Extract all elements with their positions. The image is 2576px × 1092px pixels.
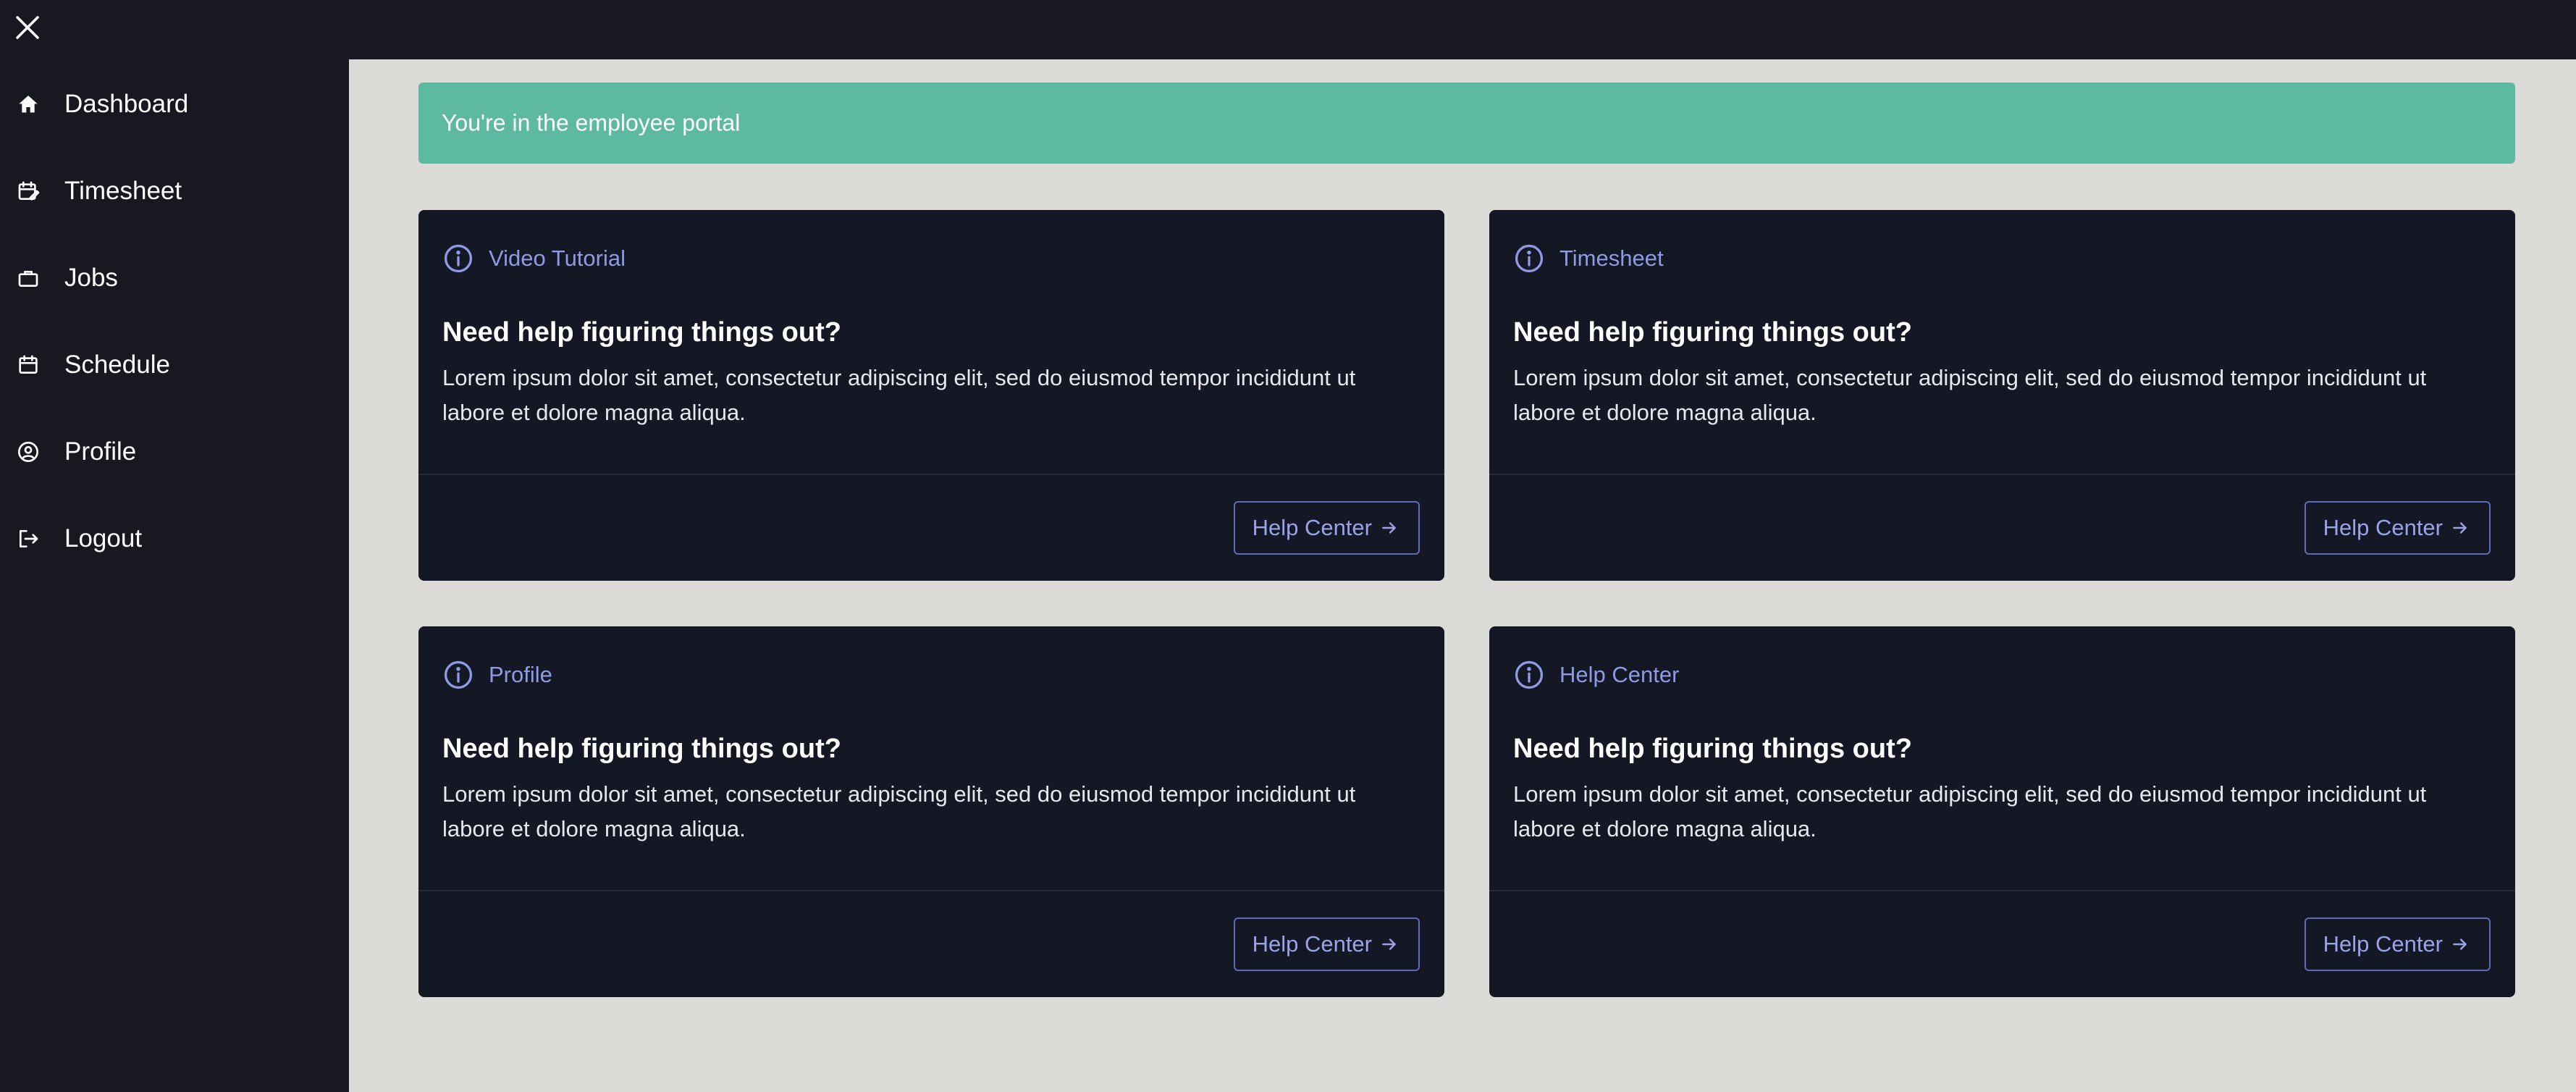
card-tag: Profile xyxy=(489,662,552,687)
sidebar-item-label: Jobs xyxy=(64,264,118,292)
card-body: Lorem ipsum dolor sit amet, consectetur … xyxy=(442,781,1356,841)
help-center-button[interactable]: Help Center xyxy=(2304,917,2491,971)
info-card: Help Center Need help figuring things ou… xyxy=(1489,626,2515,997)
info-card: Video Tutorial Need help figuring things… xyxy=(418,210,1444,581)
info-icon xyxy=(442,243,474,274)
help-center-button-label: Help Center xyxy=(2323,515,2443,540)
status-banner: You're in the employee portal xyxy=(418,83,2515,164)
arrow-right-icon xyxy=(2450,518,2470,538)
card-header: Help Center xyxy=(1513,657,1679,693)
sidebar-item-label: Schedule xyxy=(64,350,170,379)
sidebar-item-schedule[interactable]: Schedule xyxy=(0,336,349,394)
help-center-button[interactable]: Help Center xyxy=(1233,501,1420,555)
arrow-right-icon xyxy=(2450,934,2470,954)
sidebar-item-profile[interactable]: Profile xyxy=(0,423,349,481)
card-divider xyxy=(418,474,1444,475)
info-icon xyxy=(442,659,474,691)
help-center-button-label: Help Center xyxy=(1252,515,1372,540)
sidebar-item-logout[interactable]: Logout xyxy=(0,510,349,568)
sidebar-item-jobs[interactable]: Jobs xyxy=(0,249,349,307)
sidebar-item-label: Profile xyxy=(64,437,137,466)
card-divider xyxy=(1489,474,2515,475)
card-tag: Video Tutorial xyxy=(489,245,626,271)
help-center-button[interactable]: Help Center xyxy=(1233,917,1420,971)
arrow-right-icon xyxy=(1379,934,1399,954)
card-divider xyxy=(1489,890,2515,891)
info-icon xyxy=(1513,659,1545,691)
card-body: Lorem ipsum dolor sit amet, consectetur … xyxy=(1513,365,2427,425)
card-title: Need help figuring things out? xyxy=(442,317,841,348)
help-center-button[interactable]: Help Center xyxy=(2304,501,2491,555)
info-icon xyxy=(1513,243,1545,274)
card-header: Video Tutorial xyxy=(442,240,626,277)
close-icon[interactable] xyxy=(10,10,45,45)
card-header: Profile xyxy=(442,657,552,693)
card-body: Lorem ipsum dolor sit amet, consectetur … xyxy=(442,365,1356,425)
card-tag: Timesheet xyxy=(1560,245,1664,271)
sidebar-item-label: Logout xyxy=(64,524,143,553)
home-icon xyxy=(16,92,41,117)
card-body: Lorem ipsum dolor sit amet, consectetur … xyxy=(1513,781,2427,841)
help-center-button-label: Help Center xyxy=(2323,931,2443,957)
card-tag: Help Center xyxy=(1560,662,1680,687)
calendar-edit-icon xyxy=(16,179,41,203)
arrow-right-icon xyxy=(1379,518,1399,538)
card-header: Timesheet xyxy=(1513,240,1664,277)
top-bar xyxy=(0,0,2576,59)
help-center-button-label: Help Center xyxy=(1252,931,1372,957)
card-title: Need help figuring things out? xyxy=(1513,734,1912,764)
sidebar-item-timesheet[interactable]: Timesheet xyxy=(0,162,349,220)
card-title: Need help figuring things out? xyxy=(442,734,841,764)
info-card: Timesheet Need help figuring things out?… xyxy=(1489,210,2515,581)
briefcase-icon xyxy=(16,266,41,290)
logout-icon xyxy=(16,526,41,551)
card-divider xyxy=(418,890,1444,891)
calendar-icon xyxy=(16,353,41,377)
sidebar-item-label: Timesheet xyxy=(64,177,182,205)
info-card: Profile Need help figuring things out? L… xyxy=(418,626,1444,997)
sidebar-item-label: Dashboard xyxy=(64,90,189,118)
main-content: You're in the employee portal Video Tuto… xyxy=(349,59,2576,1092)
sidebar-item-dashboard[interactable]: Dashboard xyxy=(0,75,349,133)
card-title: Need help figuring things out? xyxy=(1513,317,1912,348)
banner-text: You're in the employee portal xyxy=(442,109,741,136)
user-circle-icon xyxy=(16,440,41,464)
sidebar: Dashboard Timesheet Jobs Schedule Profil… xyxy=(0,59,349,1092)
